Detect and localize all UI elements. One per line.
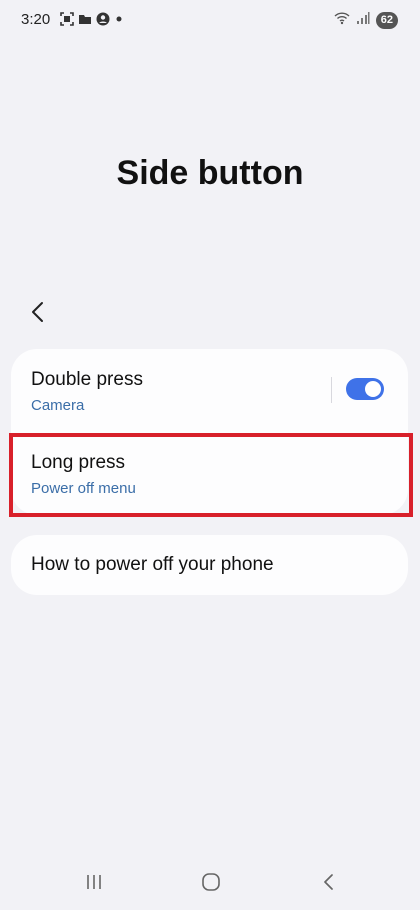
recents-button[interactable]	[79, 872, 109, 896]
navigation-bar	[0, 860, 420, 910]
double-press-toggle[interactable]	[346, 378, 384, 400]
page-title: Side button	[116, 154, 304, 192]
chevron-left-icon	[30, 301, 46, 328]
double-press-label: Double press	[31, 369, 143, 390]
home-button[interactable]	[196, 872, 226, 896]
screenshot-icon	[60, 12, 74, 31]
recents-icon	[84, 873, 104, 896]
wifi-icon	[334, 11, 350, 30]
dot-icon	[114, 12, 124, 31]
how-to-power-off-row[interactable]: How to power off your phone	[11, 535, 408, 595]
status-bar: 3:20 62	[0, 0, 420, 40]
home-icon	[201, 872, 221, 897]
back-button[interactable]	[22, 298, 54, 330]
notification-icons	[60, 12, 124, 31]
highlight-outline	[9, 433, 413, 517]
account-icon	[96, 12, 110, 31]
system-status-icons: 62	[334, 11, 398, 30]
battery-icon: 62	[375, 12, 398, 29]
help-card: How to power off your phone	[11, 535, 408, 595]
double-press-row[interactable]: Double press Camera	[11, 349, 408, 433]
double-press-value: Camera	[31, 397, 85, 414]
system-back-button[interactable]	[314, 872, 344, 896]
signal-icon	[356, 11, 370, 30]
how-to-power-off-label: How to power off your phone	[31, 554, 274, 575]
status-time: 3:20	[21, 11, 51, 28]
row-divider	[331, 377, 332, 403]
back-icon	[322, 872, 336, 897]
folder-icon	[78, 12, 92, 31]
toggle-knob	[365, 381, 381, 397]
